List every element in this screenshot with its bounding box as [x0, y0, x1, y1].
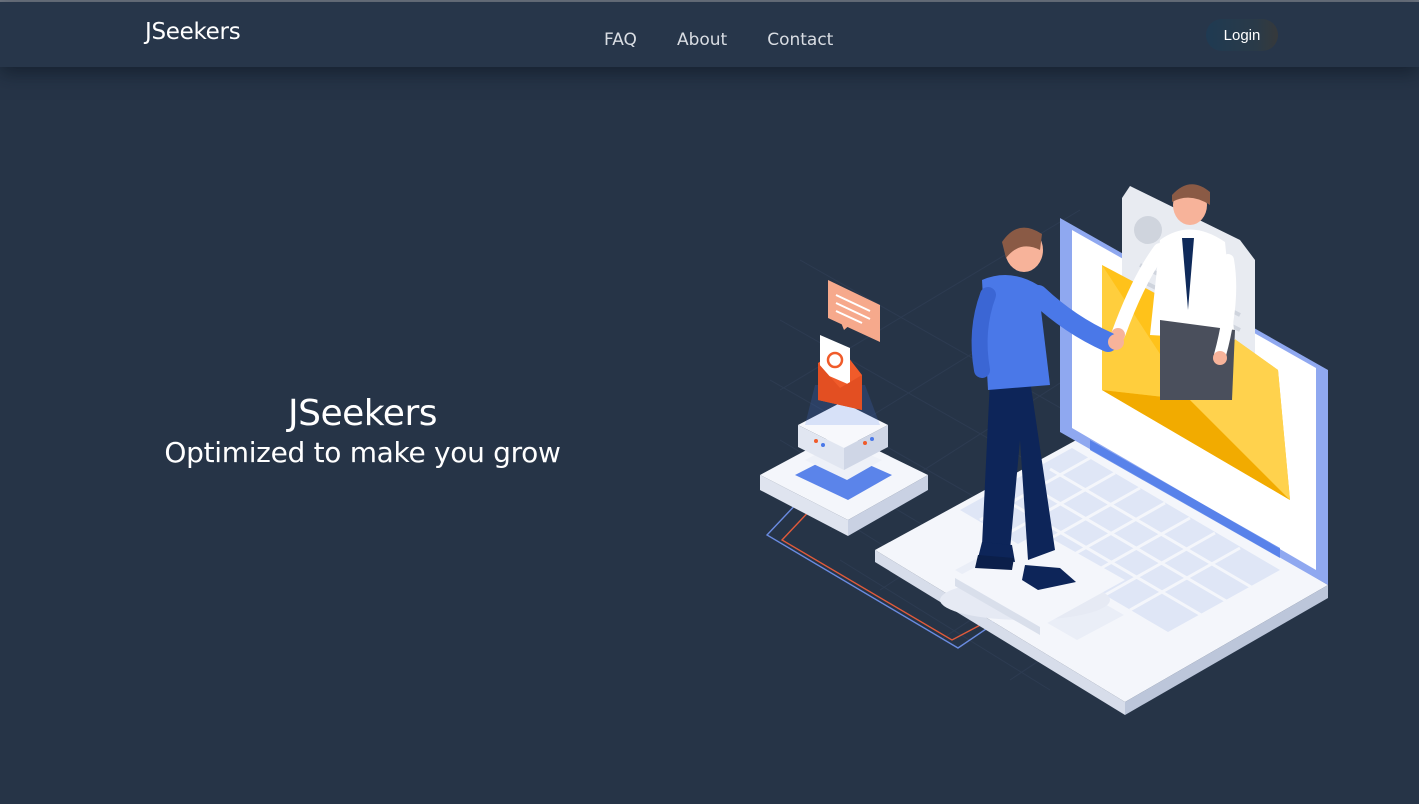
hero-title: JSeekers: [287, 393, 438, 434]
hero-subtitle: Optimized to make you grow: [164, 436, 561, 469]
nav-link-faq[interactable]: FAQ: [604, 30, 637, 50]
email-envelope-icon: [818, 335, 862, 410]
brand-logo-link[interactable]: JSeekers: [145, 19, 241, 45]
navbar: JSeekers FAQ About Contact Login: [0, 2, 1419, 67]
nav-links: FAQ About Contact: [604, 30, 833, 50]
hero-text-block: JSeekers Optimized to make you grow: [120, 392, 605, 470]
login-button[interactable]: Login: [1206, 19, 1278, 51]
chat-bubble-icon: [828, 280, 880, 342]
hero-illustration: [760, 184, 1328, 715]
nav-link-about[interactable]: About: [677, 30, 727, 50]
page: JSeekers FAQ About Contact Login JSeeker…: [0, 0, 1419, 804]
nav-link-contact[interactable]: Contact: [767, 30, 833, 50]
